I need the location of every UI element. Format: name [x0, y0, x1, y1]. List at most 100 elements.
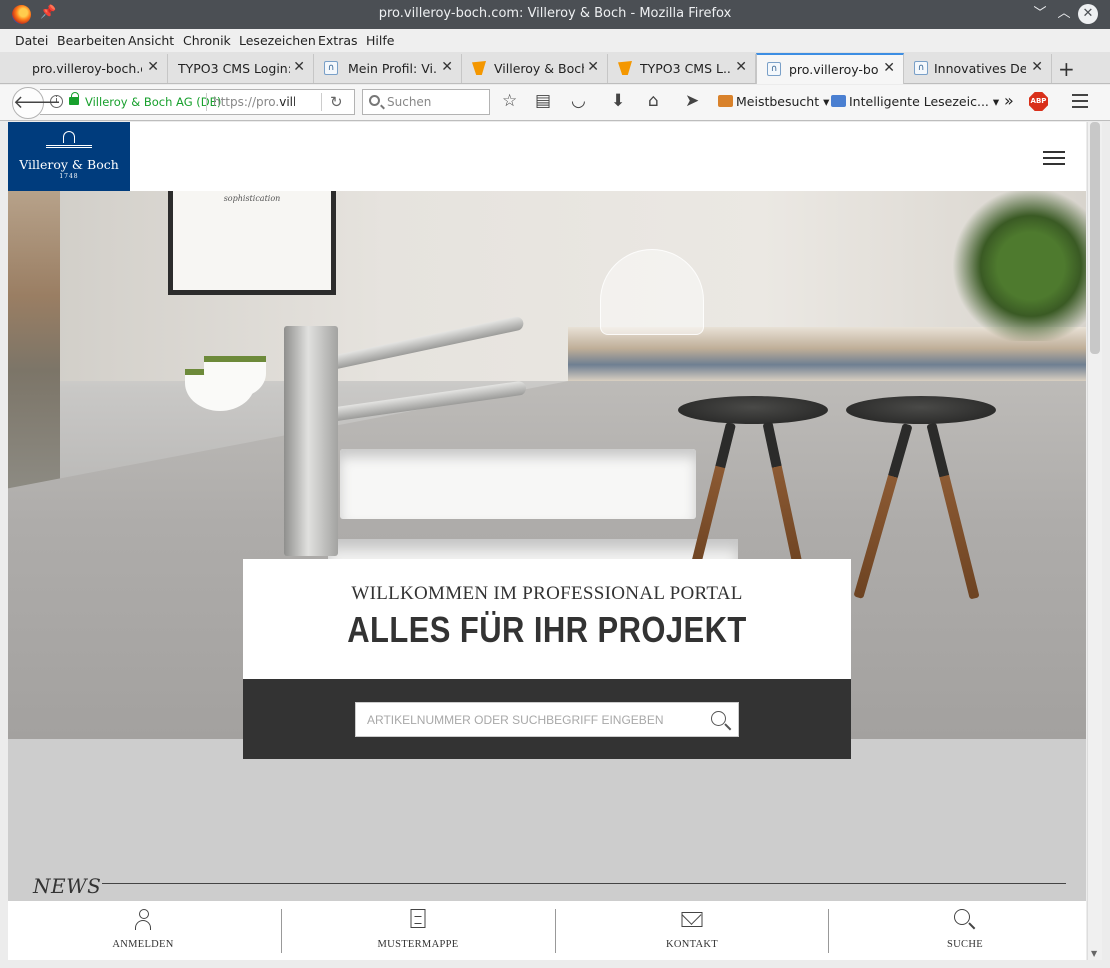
- menu-chronik[interactable]: Chronik: [183, 33, 231, 48]
- minimize-button[interactable]: ﹀: [1030, 4, 1050, 24]
- site-search-box[interactable]: [355, 702, 739, 737]
- typo3-icon: [472, 61, 486, 75]
- url-text[interactable]: https://pro.villeı: [213, 95, 295, 109]
- pocket-icon[interactable]: ◡: [571, 91, 586, 111]
- villeroy-boch-logo[interactable]: Villeroy & Boch 1748: [8, 122, 130, 191]
- tab-active[interactable]: ∩ pro.villeroy-bo... ✕: [756, 53, 904, 84]
- tab-label: pro.villeroy-bo...: [789, 62, 879, 77]
- url-prefix: https://pro.: [213, 95, 280, 109]
- tab[interactable]: pro.villeroy-boch.c... ✕: [16, 54, 168, 83]
- home-icon[interactable]: ⌂: [648, 91, 659, 111]
- search-icon: [369, 95, 380, 106]
- page-scrollbar[interactable]: ▼: [1087, 122, 1102, 960]
- suche-label: SUCHE: [947, 939, 983, 950]
- tab-close-icon[interactable]: ✕: [587, 59, 599, 75]
- tab[interactable]: TYPO3 CMS L... ✕: [608, 54, 756, 83]
- tab-close-icon[interactable]: ✕: [293, 59, 305, 75]
- welcome-subtitle: WILLKOMMEN IM PROFESSIONAL PORTAL: [351, 583, 743, 604]
- frame-text: sophistication: [223, 194, 281, 203]
- site-header: Villeroy & Boch 1748: [8, 122, 1086, 191]
- hero-picture-frame: sophistication: [168, 191, 336, 295]
- mustermappe-label: MUSTERMAPPE: [377, 939, 459, 950]
- mustermappe-button[interactable]: MUSTERMAPPE: [283, 901, 553, 960]
- tab-label: TYPO3 CMS L...: [640, 61, 730, 76]
- divider: [206, 93, 207, 111]
- vb-icon: ∩: [767, 62, 781, 76]
- tab[interactable]: TYPO3 CMS Login:... ✕: [168, 54, 314, 83]
- menu-bearbeiten[interactable]: Bearbeiten: [57, 33, 126, 48]
- bookmark-meistbesucht[interactable]: Meistbesucht ▾: [718, 94, 829, 109]
- browser-menu-icon[interactable]: [1072, 94, 1088, 108]
- site-search-input[interactable]: [356, 703, 696, 736]
- tab-close-icon[interactable]: ✕: [735, 59, 747, 75]
- adblock-icon[interactable]: ABP: [1029, 92, 1048, 111]
- bookmark-intelligente-lesezeichen[interactable]: Intelligente Lesezeic... ▾: [831, 94, 999, 109]
- hero-sink: [340, 449, 696, 519]
- lock-icon: [69, 92, 79, 105]
- news-divider: [102, 883, 1066, 884]
- search-icon[interactable]: [711, 711, 726, 726]
- tab-close-icon[interactable]: ✕: [883, 60, 895, 76]
- hero-window: [8, 191, 60, 491]
- typo3-icon: [618, 61, 632, 75]
- menu-hilfe[interactable]: Hilfe: [366, 33, 394, 48]
- hamburger-menu-icon[interactable]: [1043, 151, 1065, 165]
- news-heading: NEWS: [33, 874, 102, 898]
- folder-icon: [831, 95, 846, 107]
- tab-label: TYPO3 CMS Login:...: [178, 61, 290, 76]
- tab-bar: pro.villeroy-boch.c... ✕ TYPO3 CMS Login…: [0, 52, 1110, 84]
- window-titlebar: 📌 pro.villeroy-boch.com: Villeroy & Boch…: [0, 0, 1110, 29]
- bottom-navigation: ANMELDEN MUSTERMAPPE KONTAKT SUCHE: [8, 901, 1086, 960]
- anmelden-button[interactable]: ANMELDEN: [8, 901, 278, 960]
- welcome-card: WILLKOMMEN IM PROFESSIONAL PORTAL ALLES …: [243, 559, 851, 679]
- divider: [555, 909, 556, 953]
- menu-ansicht[interactable]: Ansicht: [128, 33, 174, 48]
- url-host: villeı: [279, 95, 295, 109]
- send-icon[interactable]: ➤: [685, 91, 699, 111]
- menu-extras[interactable]: Extras: [318, 33, 358, 48]
- kontakt-label: KONTAKT: [665, 939, 718, 950]
- welcome-headline: ALLES FÜR IHR PROJEKT: [347, 609, 747, 650]
- tab[interactable]: ∩ Mein Profil: Vi... ✕: [314, 54, 462, 83]
- menu-lesezeichen[interactable]: Lesezeichen: [239, 33, 316, 48]
- menu-datei[interactable]: Datei: [15, 33, 48, 48]
- scroll-down-arrow-icon[interactable]: ▼: [1091, 949, 1097, 958]
- overflow-chevron-icon[interactable]: »: [1004, 91, 1014, 110]
- search-bar[interactable]: Suchen: [362, 89, 490, 115]
- tab-label: Innovatives De...: [934, 61, 1026, 76]
- tab-close-icon[interactable]: ✕: [1031, 59, 1043, 75]
- bookmark-star-icon[interactable]: ☆: [502, 91, 517, 111]
- url-bar[interactable]: i Villeroy & Boch AG (DE) https://pro.vi…: [40, 89, 355, 115]
- logo-crest-icon: [63, 131, 75, 143]
- window-title: pro.villeroy-boch.com: Villeroy & Boch -…: [378, 6, 732, 21]
- menu-bar: Datei Bearbeiten Ansicht Chronik Lesezei…: [0, 29, 1110, 52]
- logo-year: 1748: [59, 173, 79, 180]
- reload-icon[interactable]: ↻: [330, 93, 343, 111]
- vb-icon: ∩: [324, 61, 338, 75]
- tab-close-icon[interactable]: ✕: [147, 59, 159, 75]
- tab-label: pro.villeroy-boch.c...: [32, 61, 142, 76]
- hero-stool: [846, 396, 996, 424]
- tab-close-icon[interactable]: ✕: [441, 59, 453, 75]
- kontakt-button[interactable]: KONTAKT: [557, 901, 827, 960]
- user-icon: [135, 909, 151, 931]
- navigation-bar: i Villeroy & Boch AG (DE) https://pro.vi…: [0, 85, 1110, 121]
- tab[interactable]: Villeroy & Boch... ✕: [462, 54, 608, 83]
- tab[interactable]: ∩ Innovatives De... ✕: [904, 54, 1052, 83]
- maximize-button[interactable]: ︿: [1054, 4, 1074, 24]
- download-icon[interactable]: ⬇: [611, 91, 625, 111]
- new-tab-button[interactable]: +: [1058, 57, 1075, 81]
- folder-icon: [718, 95, 733, 107]
- close-window-button[interactable]: ✕: [1078, 4, 1098, 24]
- back-button[interactable]: 🡐: [12, 87, 61, 119]
- anmelden-label: ANMELDEN: [112, 939, 174, 950]
- vb-icon: ∩: [914, 61, 928, 75]
- suche-button[interactable]: SUCHE: [830, 901, 1086, 960]
- reader-list-icon[interactable]: ▤: [535, 91, 551, 111]
- logo-name: Villeroy & Boch: [19, 157, 119, 172]
- hero-tap: [284, 326, 338, 556]
- site-identity[interactable]: Villeroy & Boch AG (DE): [85, 95, 221, 109]
- web-page: Villeroy & Boch 1748 sophistication WILL…: [8, 122, 1086, 960]
- scrollbar-thumb[interactable]: [1090, 122, 1100, 354]
- search-placeholder: Suchen: [387, 95, 432, 109]
